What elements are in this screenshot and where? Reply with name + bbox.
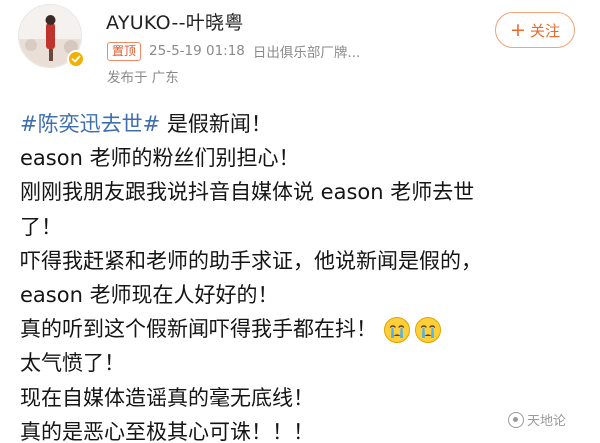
- post-line: #陈奕迅去世# 是假新闻！: [20, 107, 590, 141]
- post-body: #陈奕迅去世# 是假新闻！ eason 老师的粉丝们别担心！ 刚刚我朋友跟我说抖…: [20, 107, 590, 443]
- verified-badge-icon: [67, 50, 85, 68]
- post-time: 25-5-19 01:18: [149, 43, 245, 59]
- post-line: 了！: [20, 214, 62, 239]
- plus-icon: +: [510, 18, 526, 41]
- watermark: 天地论: [508, 410, 566, 429]
- post-line: 吓得我赶紧和老师的助手求证，他说新闻是假的，: [20, 248, 482, 273]
- post-location: 发布于 广东: [107, 70, 179, 86]
- post-line: 刚刚我朋友跟我说抖音自媒体说 eason 老师去世: [20, 180, 475, 205]
- pinned-badge: 置顶: [107, 41, 142, 61]
- post-meta: 置顶 25-5-19 01:18 日出俱乐部厂牌...: [107, 41, 360, 61]
- post-text: 真的听到这个假新闻吓得我手都在抖！: [20, 317, 377, 342]
- watermark-text: 天地论: [527, 414, 567, 429]
- post-line: 太气愤了！: [20, 351, 125, 376]
- post-text: 是假新闻！: [160, 112, 272, 136]
- post-line: 真的是恶心至极其心可诛！！！: [20, 419, 314, 443]
- post-line: 现在自媒体造谣真的毫无底线！: [20, 385, 314, 410]
- username[interactable]: AYUKO--叶晓粤: [106, 8, 244, 35]
- follow-button[interactable]: + 关注: [495, 12, 575, 48]
- post-source[interactable]: 日出俱乐部厂牌...: [253, 41, 360, 61]
- post-line: eason 老师现在人好好的！: [20, 282, 279, 307]
- post-line: eason 老师的粉丝们别担心！: [20, 146, 300, 171]
- crying-face-icon: [414, 316, 442, 344]
- emoji-group: [383, 316, 445, 344]
- follow-label: 关注: [529, 21, 560, 40]
- post-line: 真的听到这个假新闻吓得我手都在抖！: [20, 312, 590, 346]
- watermark-logo-icon: [508, 411, 524, 428]
- crying-face-icon: [383, 316, 411, 344]
- hashtag-link[interactable]: #陈奕迅去世#: [20, 112, 160, 136]
